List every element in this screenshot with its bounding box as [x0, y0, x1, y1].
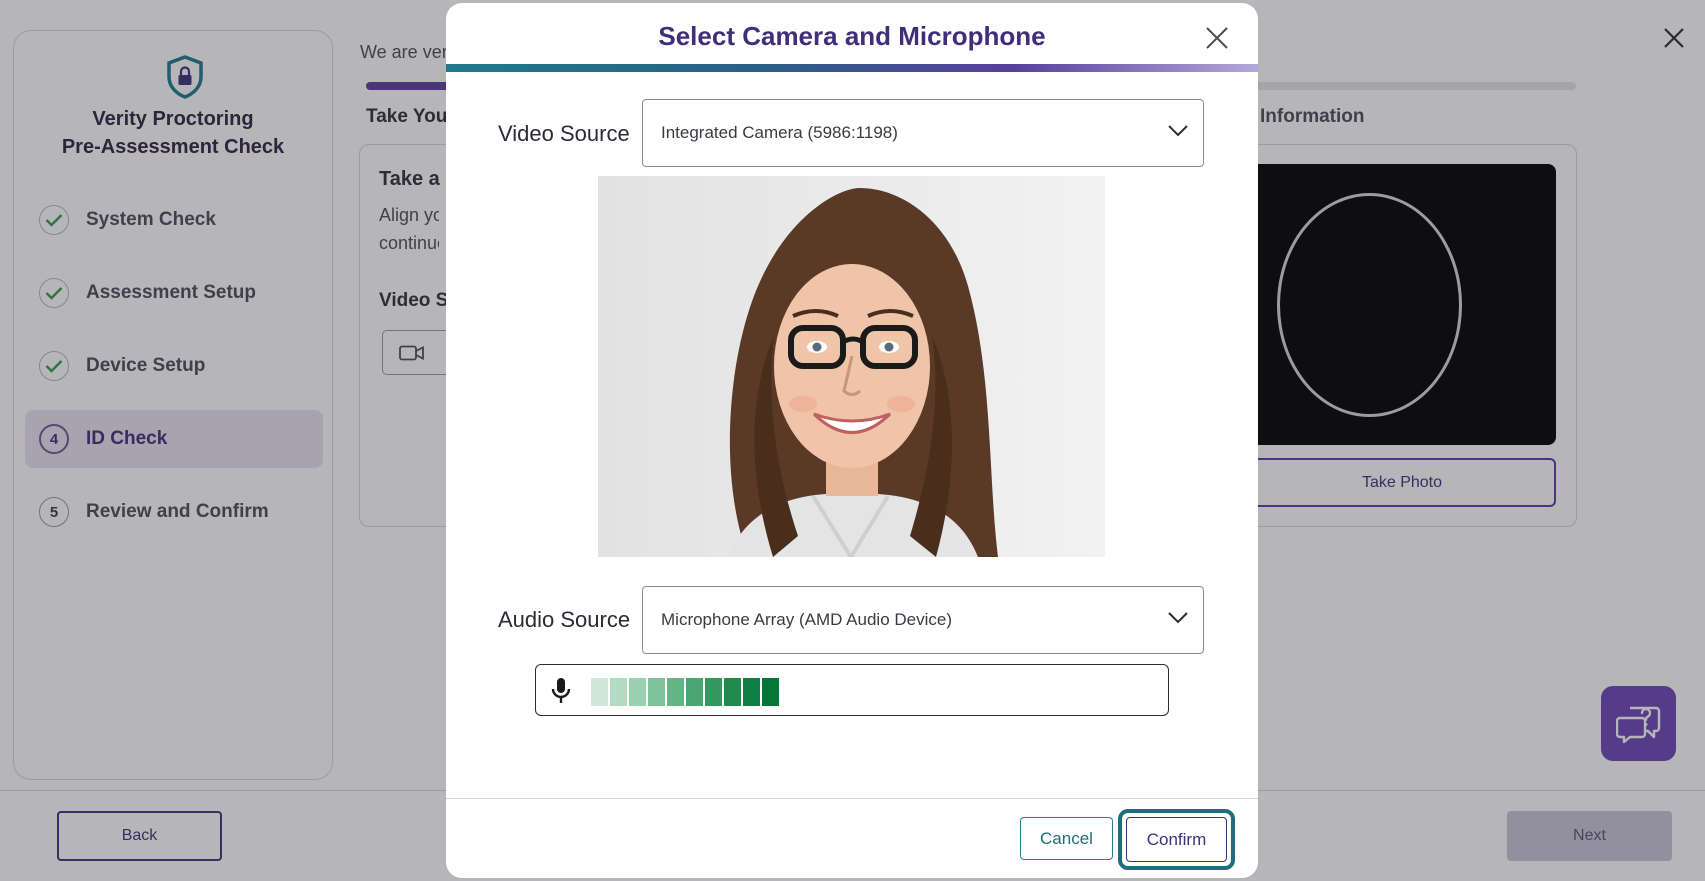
select-camera-microphone-dialog: Select Camera and Microphone Video Sourc…: [446, 3, 1258, 878]
chevron-down-icon: [1168, 612, 1188, 624]
footer-divider: [446, 798, 1258, 799]
audio-level-segment: [648, 678, 665, 706]
audio-level-segment: [743, 678, 760, 706]
video-source-value: Integrated Camera (5986:1198): [661, 123, 898, 142]
audio-level-segment: [762, 678, 779, 706]
audio-level-segment: [686, 678, 703, 706]
dialog-title: Select Camera and Microphone: [658, 21, 1046, 51]
video-source-label: Video Source: [498, 121, 630, 146]
microphone-icon: [551, 678, 571, 703]
audio-level-segment: [629, 678, 646, 706]
audio-level-segment: [705, 678, 722, 706]
audio-source-value: Microphone Array (AMD Audio Device): [661, 610, 953, 629]
audio-level-segment: [667, 678, 684, 706]
chevron-down-icon: [1168, 125, 1188, 137]
close-icon[interactable]: [1202, 23, 1232, 53]
cancel-button[interactable]: Cancel: [1020, 817, 1113, 860]
audio-source-label: Audio Source: [498, 607, 631, 632]
audio-level-meter: [535, 664, 1169, 716]
audio-level-segment: [591, 678, 608, 706]
audio-level-segment: [610, 678, 627, 706]
video-source-select[interactable]: Integrated Camera (5986:1198): [642, 99, 1204, 167]
audio-level-bars: [591, 678, 779, 706]
confirm-button[interactable]: Confirm: [1126, 817, 1227, 862]
audio-level-segment: [724, 678, 741, 706]
header-gradient-divider: [446, 64, 1258, 72]
audio-source-select[interactable]: Microphone Array (AMD Audio Device): [642, 586, 1204, 654]
camera-preview: [598, 176, 1105, 557]
webcam-person-image: [598, 176, 1105, 557]
